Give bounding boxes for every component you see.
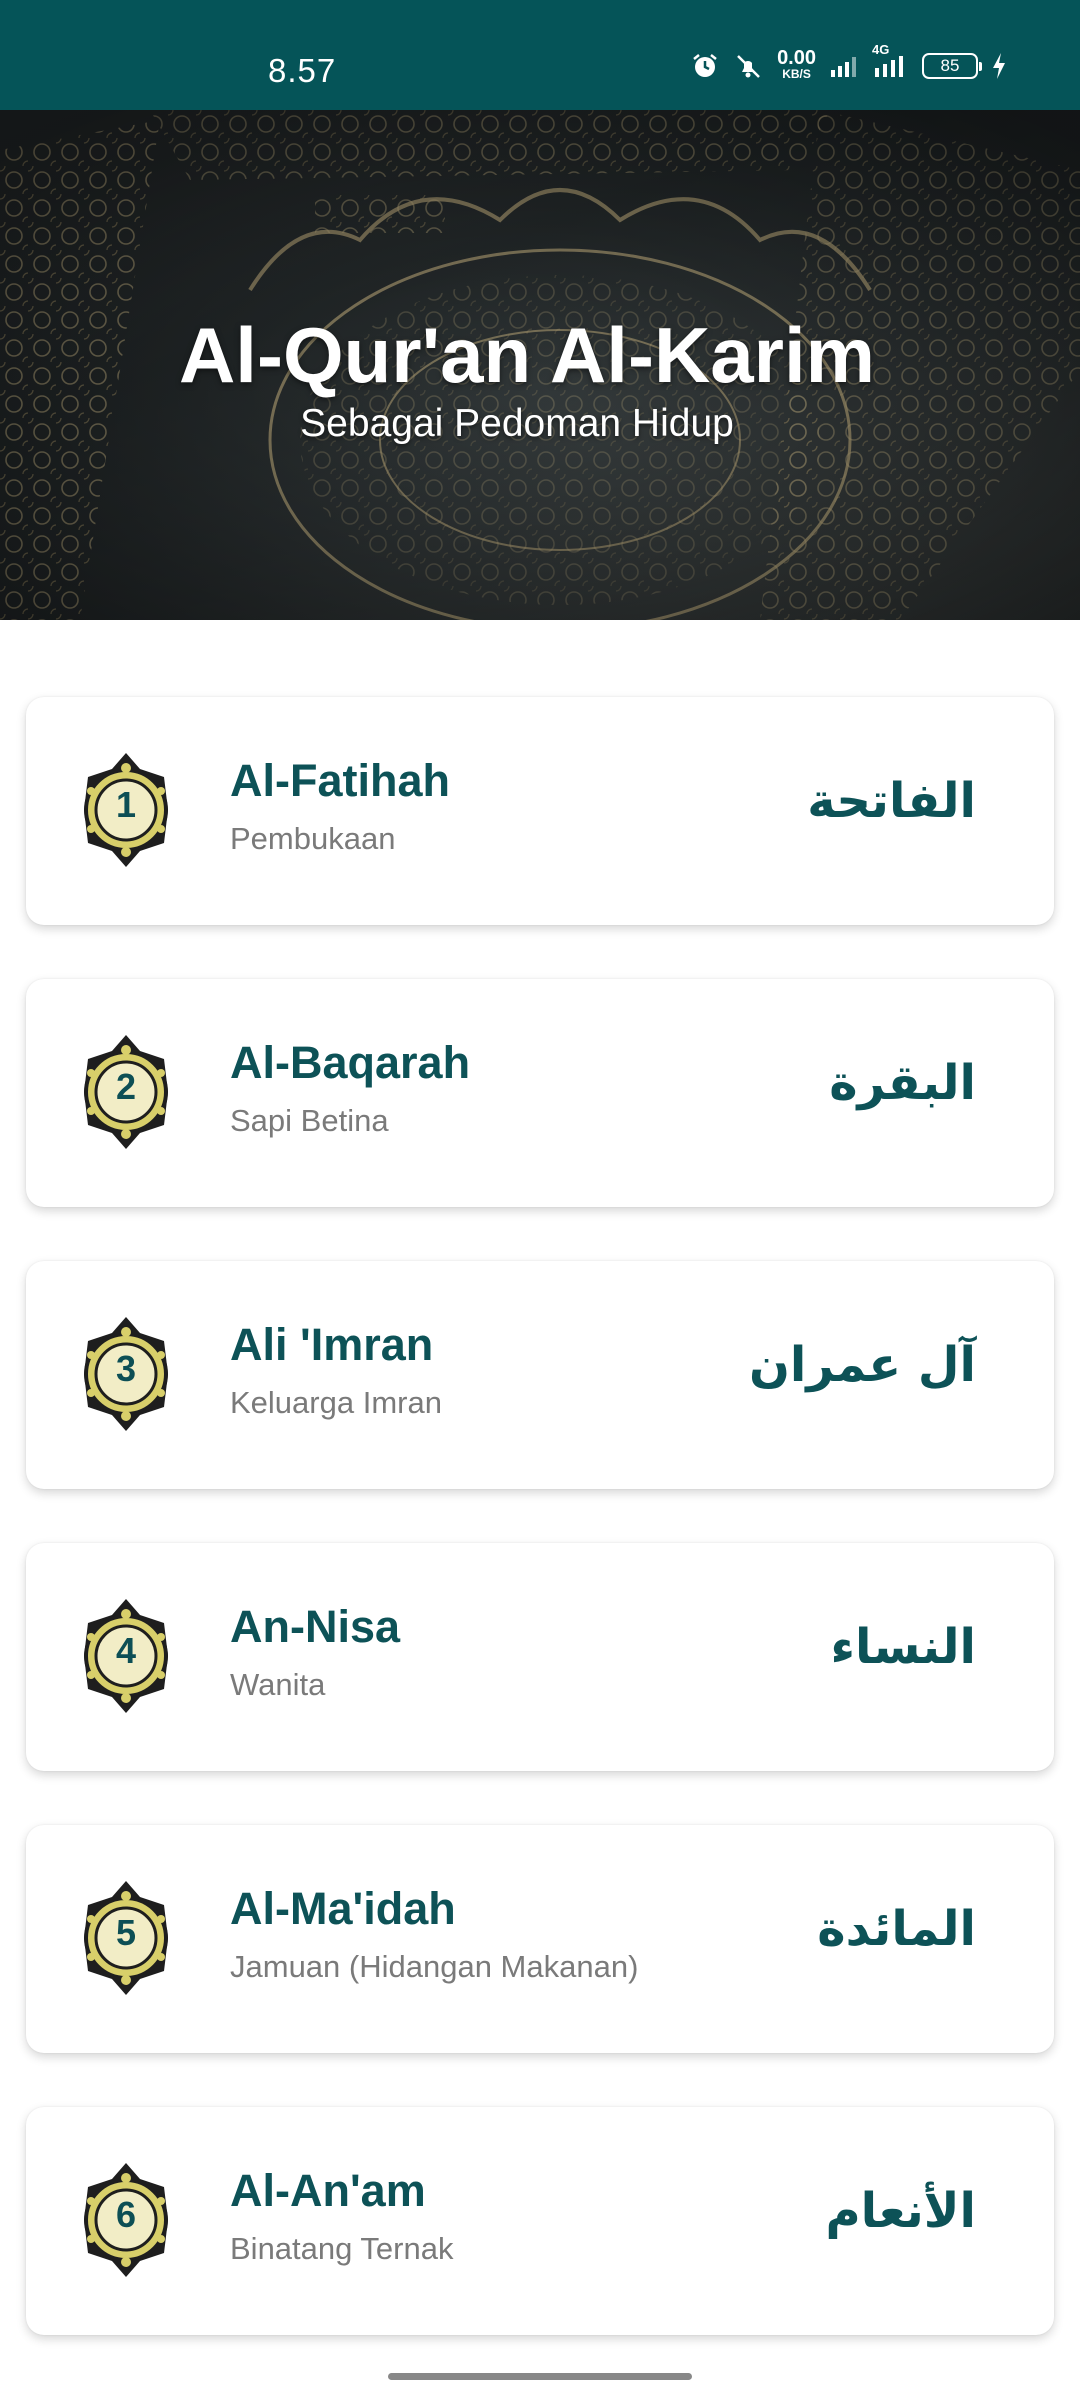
- surah-arabic-name: آل عمران: [748, 1337, 976, 1393]
- surah-arabic-name: الفاتحة: [807, 773, 976, 829]
- surah-number: 6: [115, 2194, 137, 2235]
- surah-card-6[interactable]: 6 Al-An'am Binatang Ternak الأنعام: [26, 2107, 1054, 2335]
- network-type: 4G: [872, 42, 890, 57]
- surah-number-badge: 6: [78, 2161, 174, 2279]
- surah-meaning: Jamuan (Hidangan Makanan): [230, 1949, 639, 1984]
- battery-level: 85: [940, 56, 960, 75]
- header-banner: Al-Qur'an Al-Karim Sebagai Pedoman Hidup: [0, 110, 1080, 620]
- surah-arabic-name: البقرة: [829, 1055, 976, 1111]
- surah-arabic-name: المائدة: [817, 1901, 976, 1957]
- signal-icon: [830, 54, 860, 78]
- surah-number-badge: 5: [78, 1879, 174, 1997]
- surah-name: An-Nisa: [230, 1601, 401, 1652]
- app-title: Al-Qur'an Al-Karim: [178, 311, 876, 399]
- surah-card-1[interactable]: 1 Al-Fatihah Pembukaan الفاتحة: [26, 697, 1054, 925]
- surah-number: 1: [115, 784, 137, 825]
- surah-meaning: Binatang Ternak: [230, 2231, 454, 2266]
- status-time: 8.57: [268, 52, 337, 89]
- surah-card-4[interactable]: 4 An-Nisa Wanita النساء: [26, 1543, 1054, 1771]
- surah-arabic-name: الأنعام: [825, 2183, 976, 2239]
- surah-number: 4: [115, 1630, 137, 1671]
- surah-card-3[interactable]: 3 Ali 'Imran Keluarga Imran آل عمران: [26, 1261, 1054, 1489]
- signal-4g-icon: 4G: [872, 42, 908, 78]
- surah-name: Al-Ma'idah: [230, 1883, 456, 1934]
- surah-name: Al-Baqarah: [230, 1037, 471, 1088]
- surah-number-badge: 4: [78, 1597, 174, 1715]
- surah-meaning: Keluarga Imran: [230, 1385, 442, 1420]
- net-speed: 0.00 KB/S: [777, 47, 816, 82]
- surah-meaning: Wanita: [230, 1667, 326, 1702]
- app-subtitle: Sebagai Pedoman Hidup: [300, 402, 734, 445]
- surah-number-badge: 2: [78, 1033, 174, 1151]
- surah-list: 1 Al-Fatihah Pembukaan الفاتحة 2 Al-Baqa…: [26, 697, 1054, 2389]
- mute-icon: [733, 52, 763, 80]
- alarm-icon: [691, 52, 719, 80]
- net-speed-unit: KB/S: [782, 67, 811, 81]
- surah-number: 3: [115, 1348, 137, 1389]
- home-indicator[interactable]: [388, 2373, 692, 2380]
- surah-card-5[interactable]: 5 Al-Ma'idah Jamuan (Hidangan Makanan) ا…: [26, 1825, 1054, 2053]
- surah-number: 5: [115, 1912, 137, 1953]
- surah-meaning: Pembukaan: [230, 821, 396, 856]
- surah-card-2[interactable]: 2 Al-Baqarah Sapi Betina البقرة: [26, 979, 1054, 1207]
- surah-name: Al-An'am: [230, 2165, 426, 2216]
- surah-meaning: Sapi Betina: [230, 1103, 389, 1138]
- surah-name: Al-Fatihah: [230, 755, 450, 806]
- surah-number-badge: 3: [78, 1315, 174, 1433]
- net-speed-value: 0.00: [777, 47, 816, 69]
- surah-number-badge: 1: [78, 751, 174, 869]
- surah-name: Ali 'Imran: [230, 1319, 434, 1370]
- surah-arabic-name: النساء: [830, 1619, 976, 1675]
- status-bar: 8.57 0.00 KB/S 4G 85: [0, 0, 1080, 110]
- charging-icon: [992, 53, 1006, 79]
- battery-indicator: 85: [922, 53, 982, 79]
- status-icons: 0.00 KB/S 4G 85: [691, 42, 1006, 82]
- surah-number: 2: [115, 1066, 137, 1107]
